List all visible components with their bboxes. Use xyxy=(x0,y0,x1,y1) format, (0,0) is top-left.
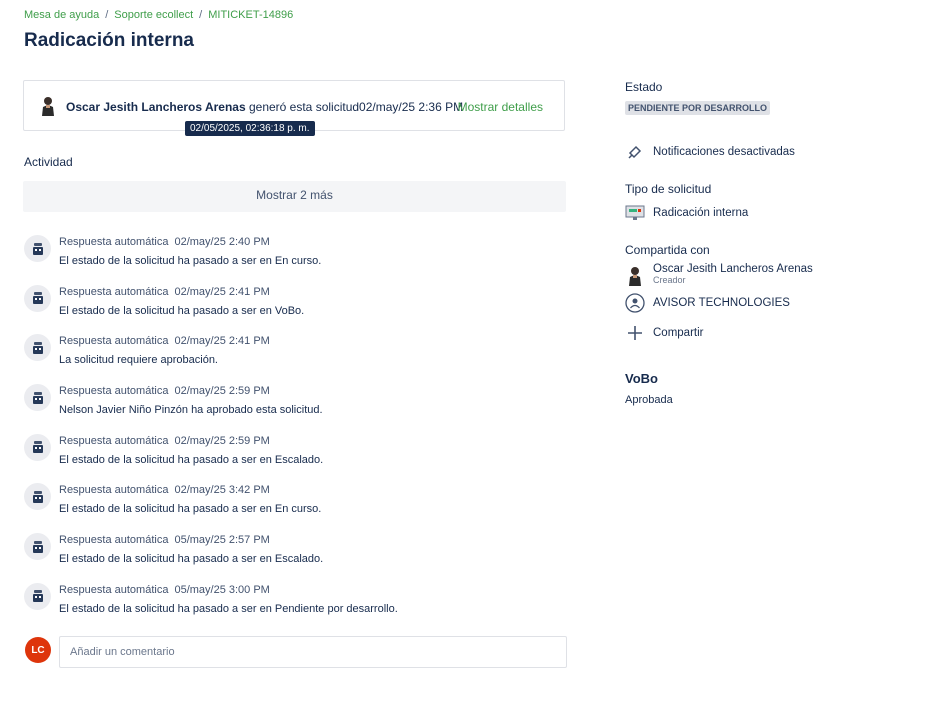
list-item: Respuesta automática 05/may/25 2:57 PM El… xyxy=(24,531,569,581)
activity-author: Respuesta automática xyxy=(59,583,169,596)
activity-author: Respuesta automática xyxy=(59,385,169,398)
request-type[interactable]: Radicación interna xyxy=(625,203,748,223)
activity-author: Respuesta automática xyxy=(59,534,169,547)
activity-list: Respuesta automática 02/may/25 2:40 PM El… xyxy=(24,233,569,631)
shared-user[interactable]: Oscar Jesith Lancheros Arenas Creador xyxy=(625,263,813,286)
request-author[interactable]: Oscar Jesith Lancheros Arenas xyxy=(66,100,246,114)
plus-icon xyxy=(625,323,645,343)
request-date[interactable]: 02/may/25 2:36 PM xyxy=(359,100,463,114)
shared-with-label: Compartida con xyxy=(625,243,710,257)
automation-bot-icon xyxy=(24,284,51,312)
automation-bot-icon xyxy=(24,433,51,461)
show-details-link[interactable]: Mostrar detalles xyxy=(458,100,543,114)
activity-text: La solicitud requiere aprobación. xyxy=(59,354,218,367)
current-user-avatar: LC xyxy=(25,637,51,663)
activity-time[interactable]: 02/may/25 2:59 PM xyxy=(174,385,269,397)
list-item: Respuesta automática 02/may/25 2:40 PM El… xyxy=(24,233,569,283)
shared-user-role: Creador xyxy=(653,275,686,285)
automation-bot-icon xyxy=(24,483,51,511)
activity-time[interactable]: 05/may/25 2:57 PM xyxy=(174,534,269,546)
list-item: Respuesta automática 02/may/25 3:42 PM El… xyxy=(24,481,569,531)
breadcrumb-separator: / xyxy=(199,9,203,21)
megaphone-icon xyxy=(625,142,645,162)
activity-author: Respuesta automática xyxy=(59,484,169,497)
activity-time[interactable]: 02/may/25 2:41 PM xyxy=(174,286,269,298)
user-avatar-icon xyxy=(40,96,56,116)
request-action: generó esta solicitud xyxy=(245,100,360,114)
activity-author: Respuesta automática xyxy=(59,335,169,348)
activity-author: Respuesta automática xyxy=(59,236,169,248)
automation-bot-icon xyxy=(24,533,51,561)
vobo-heading: VoBo xyxy=(625,371,658,386)
list-item: Respuesta automática 02/may/25 2:41 PM El… xyxy=(24,283,569,333)
automation-bot-icon xyxy=(24,582,51,610)
share-label: Compartir xyxy=(653,327,704,339)
activity-text: El estado de la solicitud ha pasado a se… xyxy=(59,503,322,516)
list-item: Respuesta automática 02/may/25 2:41 PM La… xyxy=(24,332,569,382)
automation-bot-icon xyxy=(24,384,51,412)
page-title: Radicación interna xyxy=(24,30,194,51)
status-label: Estado xyxy=(625,80,663,94)
breadcrumb-link-mesa-de-ayuda[interactable]: Mesa de ayuda xyxy=(24,9,99,21)
vobo-value: Aprobada xyxy=(625,394,673,406)
request-summary-text: Oscar Jesith Lancheros Arenas generó est… xyxy=(66,100,463,114)
shared-organization-name: AVISOR TECHNOLOGIES xyxy=(653,297,790,309)
activity-time[interactable]: 05/may/25 3:00 PM xyxy=(174,584,269,596)
shared-user-name: Oscar Jesith Lancheros Arenas xyxy=(653,263,813,275)
shared-organization[interactable]: AVISOR TECHNOLOGIES xyxy=(625,293,790,313)
user-avatar-icon xyxy=(625,266,645,286)
activity-time[interactable]: 02/may/25 2:41 PM xyxy=(174,335,269,347)
status-badge[interactable]: PENDIENTE POR DESARROLLO xyxy=(625,101,771,115)
notifications-toggle[interactable]: Notificaciones desactivadas xyxy=(625,142,795,162)
activity-text: El estado de la solicitud ha pasado a se… xyxy=(59,453,324,466)
activity-author: Respuesta automática xyxy=(59,285,169,298)
request-type-value: Radicación interna xyxy=(653,207,749,219)
activity-text: El estado de la solicitud ha pasado a se… xyxy=(59,553,324,566)
list-item: Respuesta automática 02/may/25 2:59 PM El… xyxy=(24,432,569,482)
activity-heading: Actividad xyxy=(24,155,73,169)
list-item: Respuesta automática 02/may/25 2:59 PM Ne… xyxy=(24,382,569,432)
request-type-label: Tipo de solicitud xyxy=(625,182,712,196)
activity-text: El estado de la solicitud ha pasado a se… xyxy=(59,304,305,317)
activity-text: El estado de la solicitud ha pasado a se… xyxy=(59,602,398,615)
breadcrumb-link-ticket[interactable]: MITICKET-14896 xyxy=(208,9,293,21)
automation-bot-icon xyxy=(24,235,51,262)
date-tooltip: 02/05/2025, 02:36:18 p. m. xyxy=(185,121,315,136)
breadcrumb: Mesa de ayuda / Soporte ecollect / MITIC… xyxy=(24,9,293,21)
activity-text: Nelson Javier Niño Pinzón ha aprobado es… xyxy=(59,404,323,417)
activity-time[interactable]: 02/may/25 2:40 PM xyxy=(174,236,269,248)
monitor-icon xyxy=(625,203,645,223)
activity-text: El estado de la solicitud ha pasado a se… xyxy=(59,255,322,267)
comment-input[interactable]: Añadir un comentario xyxy=(59,636,567,668)
list-item: Respuesta automática 05/may/25 3:00 PM El… xyxy=(24,581,569,631)
share-button[interactable]: Compartir xyxy=(625,323,703,343)
activity-author: Respuesta automática xyxy=(59,434,169,447)
breadcrumb-link-soporte-ecollect[interactable]: Soporte ecollect xyxy=(114,9,193,21)
organization-icon xyxy=(625,293,645,313)
activity-time[interactable]: 02/may/25 2:59 PM xyxy=(174,435,269,447)
show-more-button[interactable]: Mostrar 2 más xyxy=(23,181,566,212)
automation-bot-icon xyxy=(24,334,51,362)
notifications-label: Notificaciones desactivadas xyxy=(653,146,795,158)
activity-time[interactable]: 02/may/25 3:42 PM xyxy=(174,484,269,496)
breadcrumb-separator: / xyxy=(105,9,109,21)
